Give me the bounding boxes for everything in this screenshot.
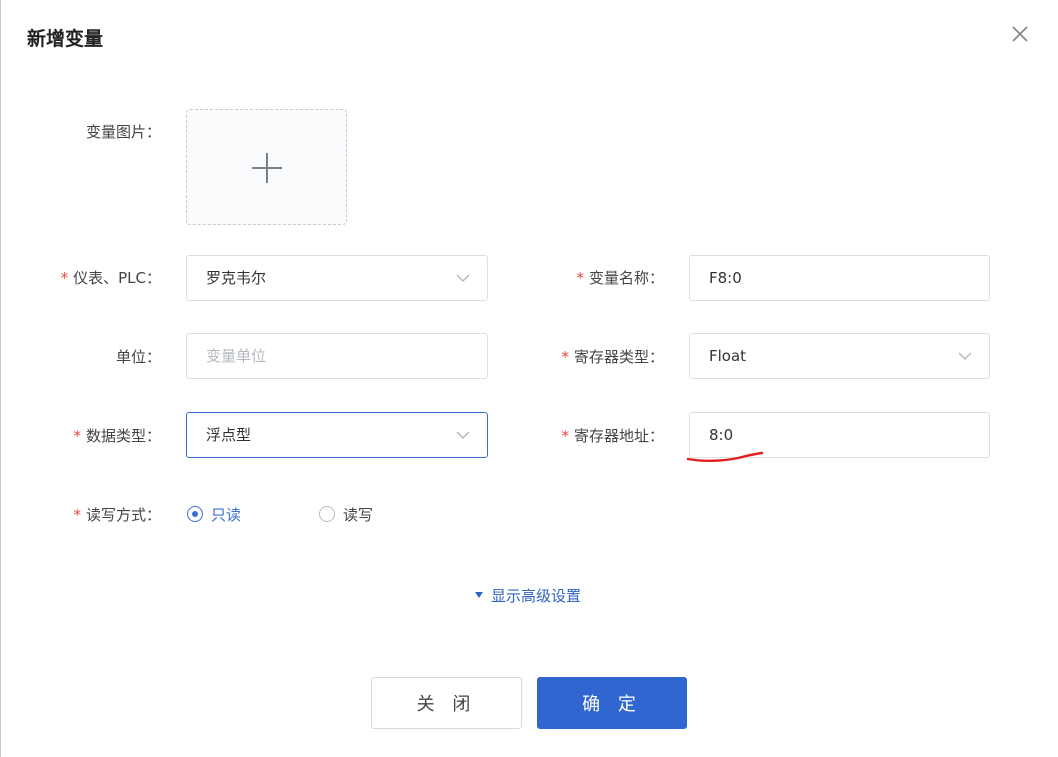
required-mark: * [73, 427, 81, 445]
unit-input[interactable] [187, 334, 487, 378]
register-type-select[interactable]: Float [689, 333, 990, 379]
data-type-select-value: 浮点型 [206, 426, 252, 444]
close-button[interactable]: 关 闭 [371, 677, 522, 729]
required-mark: * [73, 506, 81, 524]
device-label: * 仪表、PLC： [61, 267, 161, 288]
device-select-value: 罗克韦尔 [206, 269, 267, 287]
device-label-text: 仪表、PLC： [73, 269, 161, 287]
red-underline-annotation [686, 451, 764, 462]
required-mark: * [60, 269, 69, 287]
radio-read-write[interactable]: 读写 [319, 505, 379, 525]
variable-name-input[interactable] [690, 256, 989, 300]
register-type-label-text: 寄存器类型： [573, 348, 664, 366]
name-label-text: 变量名称： [588, 269, 664, 287]
data-type-select[interactable]: 浮点型 [186, 412, 488, 458]
caret-down-icon [475, 591, 483, 598]
variable-name-field[interactable] [689, 255, 990, 301]
data-type-label: * 数据类型： [73, 425, 161, 446]
confirm-button[interactable]: 确 定 [537, 677, 687, 729]
chevron-down-icon [456, 274, 470, 283]
image-upload[interactable] [186, 109, 347, 225]
name-label: * 变量名称： [576, 267, 664, 288]
device-select[interactable]: 罗克韦尔 [186, 255, 488, 301]
chevron-down-icon [456, 431, 470, 440]
show-advanced-settings-link[interactable]: 显示高级设置 [475, 585, 581, 605]
required-mark: * [561, 348, 569, 366]
radio-read-only-label: 只读 [211, 506, 242, 524]
close-icon[interactable] [1006, 20, 1034, 48]
radio-dot [187, 506, 203, 522]
radio-read-only[interactable]: 只读 [187, 505, 247, 525]
show-advanced-settings-label: 显示高级设置 [491, 587, 582, 605]
rw-mode-label: * 读写方式： [73, 504, 161, 525]
required-mark: * [561, 427, 569, 445]
required-mark: * [576, 269, 584, 287]
data-type-label-text: 数据类型： [85, 427, 161, 445]
register-address-label-text: 寄存器地址： [573, 427, 664, 445]
radio-read-write-label: 读写 [343, 506, 374, 524]
register-type-select-value: Float [709, 347, 747, 365]
radio-dot [319, 506, 335, 522]
window-left-edge [0, 0, 1, 757]
unit-field[interactable] [186, 333, 488, 379]
chevron-down-icon [958, 352, 972, 361]
image-label: 变量图片： [85, 123, 161, 141]
register-type-label: * 寄存器类型： [561, 346, 664, 367]
dialog-title: 新增变量 [27, 28, 104, 50]
register-address-label: * 寄存器地址： [561, 425, 664, 446]
plus-icon [252, 153, 282, 183]
rw-mode-label-text: 读写方式： [85, 506, 161, 524]
unit-label: 单位： [115, 348, 161, 366]
